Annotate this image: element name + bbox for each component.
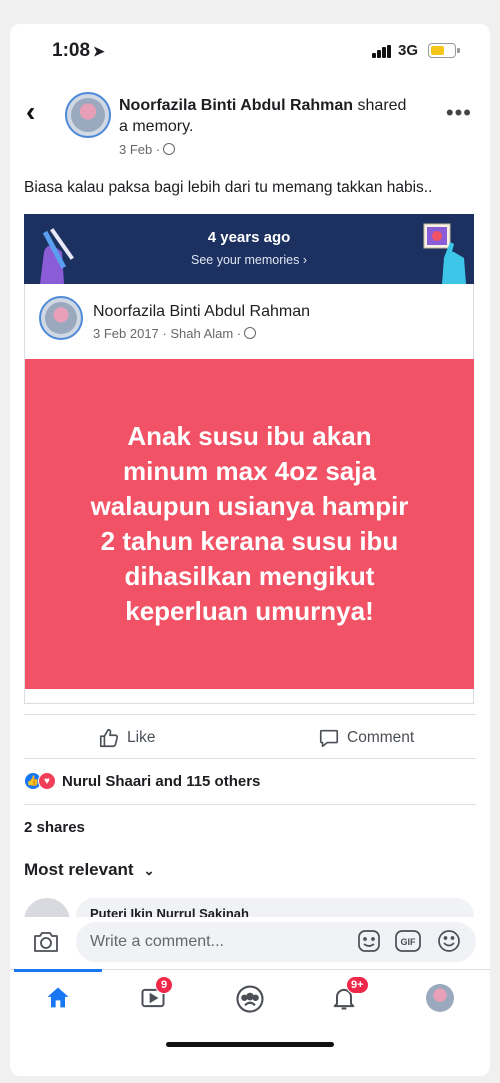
post-header: ‹ Noorfazila Binti Abdul Rahman shared a… bbox=[10, 90, 490, 170]
like-button[interactable]: Like bbox=[98, 726, 155, 750]
tab-notifications[interactable]: 9+ bbox=[330, 976, 369, 1014]
love-reaction-icon: ♥ bbox=[38, 772, 56, 790]
signal-icon bbox=[372, 45, 392, 58]
see-memories-link[interactable]: See your memories › bbox=[24, 253, 474, 267]
location-arrow-icon: ➤ bbox=[93, 43, 105, 59]
post-date: 3 Feb · bbox=[119, 142, 176, 157]
status-bar: 1:08 ➤ 3G bbox=[10, 40, 490, 64]
reactions-summary[interactable]: 👍 ♥ Nurul Shaari and 115 others bbox=[24, 772, 260, 790]
memory-title: 4 years ago bbox=[207, 229, 291, 246]
video-badge: 9 bbox=[155, 976, 173, 994]
back-button[interactable]: ‹ bbox=[26, 96, 35, 128]
notifications-badge: 9+ bbox=[346, 976, 369, 994]
home-indicator bbox=[166, 1042, 334, 1047]
groups-icon bbox=[236, 985, 264, 1013]
comment-label: Comment bbox=[347, 729, 415, 746]
divider bbox=[24, 804, 476, 805]
post-header-text: Noorfazila Binti Abdul Rahman shared a m… bbox=[119, 95, 419, 137]
comment-sort-dropdown[interactable]: Most relevant ⌄ bbox=[24, 860, 155, 880]
comment-button[interactable]: Comment bbox=[318, 726, 414, 750]
like-label: Like bbox=[127, 729, 156, 746]
status-time-text: 1:08 bbox=[52, 40, 91, 61]
home-icon bbox=[47, 987, 69, 1008]
shared-label: shared bbox=[353, 97, 407, 114]
battery-icon bbox=[428, 43, 460, 58]
comment-icon bbox=[319, 729, 339, 748]
author-name[interactable]: Noorfazila Binti Abdul Rahman bbox=[119, 97, 353, 114]
phone-screen: 1:08 ➤ 3G ‹ Noorfazila Binti Abdul Rahman… bbox=[10, 24, 490, 1076]
text-post-content: Anak susu ibu akan minum max 4oz saja wa… bbox=[90, 421, 409, 626]
globe-icon bbox=[163, 143, 176, 155]
shared-post-meta-text: 3 Feb 2017 · Shah Alam · bbox=[93, 326, 242, 341]
avatar-sticker-icon[interactable] bbox=[354, 926, 384, 956]
more-options-icon[interactable]: ••• bbox=[446, 100, 472, 126]
thumbs-up-icon bbox=[99, 728, 119, 748]
text-post-background: Anak susu ibu akan minum max 4oz saja wa… bbox=[25, 359, 474, 689]
shares-count[interactable]: 2 shares bbox=[24, 819, 85, 836]
post-date-text: 3 Feb · bbox=[119, 142, 161, 157]
divider bbox=[24, 758, 476, 759]
tab-menu[interactable] bbox=[426, 984, 456, 1014]
shared-post-meta: 3 Feb 2017 · Shah Alam · bbox=[93, 326, 257, 341]
tab-groups[interactable] bbox=[235, 984, 265, 1014]
bottom-tab-bar: 9 9+ bbox=[10, 969, 490, 1029]
svg-text:GIF: GIF bbox=[401, 937, 417, 947]
tab-home[interactable] bbox=[44, 984, 74, 1014]
memory-banner: 4 years ago See your memories › bbox=[24, 214, 474, 284]
tab-watch[interactable]: 9 bbox=[139, 976, 173, 1014]
author-avatar[interactable] bbox=[65, 92, 111, 138]
active-tab-indicator bbox=[14, 969, 102, 972]
divider bbox=[24, 714, 476, 715]
shared-post-card[interactable]: Noorfazila Binti Abdul Rahman 3 Feb 2017… bbox=[24, 284, 474, 704]
emoji-icon[interactable] bbox=[434, 926, 464, 956]
reactions-text: Nurul Shaari and 115 others bbox=[62, 772, 261, 790]
profile-avatar bbox=[426, 984, 454, 1012]
chevron-down-icon: ⌄ bbox=[143, 863, 155, 878]
shared-author-name[interactable]: Noorfazila Binti Abdul Rahman bbox=[93, 303, 310, 321]
shared-author-avatar[interactable] bbox=[39, 296, 83, 340]
camera-icon[interactable] bbox=[32, 930, 60, 954]
sort-label: Most relevant bbox=[24, 860, 134, 879]
status-time: 1:08 ➤ bbox=[52, 40, 105, 62]
globe-icon bbox=[244, 327, 257, 339]
shared-label-2: a memory. bbox=[119, 118, 194, 135]
hand-photo-illustration bbox=[423, 223, 466, 284]
comment-composer: Write a comment... GIF bbox=[10, 917, 490, 969]
gif-icon[interactable]: GIF bbox=[393, 926, 423, 956]
comment-placeholder: Write a comment... bbox=[90, 933, 224, 950]
post-caption: Biasa kalau paksa bagi lebih dari tu mem… bbox=[24, 179, 433, 196]
network-type: 3G bbox=[398, 42, 419, 59]
